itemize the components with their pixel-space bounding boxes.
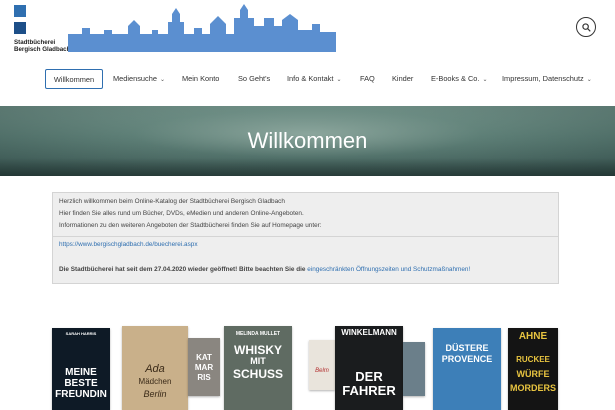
hero-banner: Willkommen xyxy=(0,106,615,176)
nav-label: Mediensuche xyxy=(113,74,157,83)
book-title-line: FAHRER xyxy=(342,383,396,398)
welcome-info-box: Herzlich willkommen beim Online-Katalog … xyxy=(52,192,559,284)
book-cover[interactable]: MELINDA MULLET WHISKY MIT SCHUSS xyxy=(224,326,292,410)
city-skyline-icon xyxy=(68,4,336,52)
info-text-line-2: Hier finden Sie alles rund um Bücher, DV… xyxy=(59,210,304,217)
book-cover[interactable]: Ada Mädchen Berlin xyxy=(122,326,188,410)
book-cover[interactable] xyxy=(403,342,425,396)
reopening-notice-text: Die Stadtbücherei hat seit dem 27.04.202… xyxy=(59,266,306,273)
nav-item-mediensuche[interactable]: Mediensuche ⌄ xyxy=(113,69,165,89)
book-author: SARAH HARRIS xyxy=(65,331,97,336)
book-title-line: MIT xyxy=(250,356,266,366)
opening-hours-link[interactable]: eingeschränkten Öffnungszeiten und Schut… xyxy=(307,266,470,273)
chevron-down-icon: ⌄ xyxy=(159,77,165,83)
site-header: Stadtbücherei Bergisch Gladbach xyxy=(0,0,615,62)
book-title-line: DER xyxy=(355,369,383,384)
search-icon xyxy=(581,22,591,32)
book-title-line: Ada xyxy=(145,363,165,375)
book-title-line: Belm xyxy=(315,368,329,374)
nav-item-kinder[interactable]: Kinder xyxy=(392,69,413,89)
main-navigation: Willkommen Mediensuche ⌄ Mein Konto So Ge… xyxy=(0,62,615,98)
book-author: AHNE xyxy=(518,331,548,342)
book-title-line: MEINE xyxy=(65,367,97,378)
chevron-down-icon: ⌄ xyxy=(336,77,342,83)
nav-item-faq[interactable]: FAQ xyxy=(360,69,375,89)
book-title-line: DÜSTERE xyxy=(445,343,489,353)
library-homepage-link[interactable]: https://www.bergischgladbach.de/buechere… xyxy=(59,241,198,248)
book-title-line: SCHUSS xyxy=(232,367,283,381)
book-title-line: RIS xyxy=(197,373,211,382)
new-media-carousel: SARAH HARRIS MEINE BESTE FREUNDIN Ada Mä… xyxy=(0,322,615,410)
search-button[interactable] xyxy=(576,17,596,37)
book-cover[interactable]: Belm xyxy=(309,340,335,390)
nav-label: Info & Kontakt xyxy=(287,74,334,83)
book-title-line: PROVENCE xyxy=(441,354,493,364)
logo-mark-bottom xyxy=(14,22,26,34)
info-divider xyxy=(53,236,558,237)
book-title-line: BESTE xyxy=(64,378,98,389)
book-author: WINKELMANN xyxy=(341,328,397,337)
book-title-line: WÜRFE xyxy=(516,369,550,379)
book-title-line: RUCKEE xyxy=(516,355,550,364)
nav-label: Kinder xyxy=(392,74,414,83)
page-title: Willkommen xyxy=(247,128,368,153)
nav-item-mein-konto[interactable]: Mein Konto xyxy=(182,69,219,89)
logo-mark-top xyxy=(14,5,26,17)
book-cover[interactable]: AHNE RUCKEE WÜRFE MORDERS xyxy=(508,328,558,410)
book-author: MELINDA MULLET xyxy=(235,331,281,337)
logo-line-2: Bergisch Gladbach xyxy=(14,46,71,53)
nav-item-impressum[interactable]: Impressum, Datenschutz ⌄ xyxy=(502,69,592,89)
nav-item-so-gehts[interactable]: So Geht's xyxy=(238,69,270,89)
book-title-line: WHISKY xyxy=(234,343,282,357)
reopening-notice: Die Stadtbücherei hat seit dem 27.04.202… xyxy=(59,266,470,273)
logo-line-1: Stadtbücherei xyxy=(14,39,56,46)
info-text-line-1: Herzlich willkommen beim Online-Katalog … xyxy=(59,198,285,205)
book-title-line: MAR xyxy=(194,363,214,372)
book-cover[interactable]: DÜSTERE PROVENCE xyxy=(433,328,501,410)
book-title-line: KAT xyxy=(196,353,212,362)
book-title-line: Mädchen xyxy=(138,377,172,386)
nav-label: Mein Konto xyxy=(182,74,220,83)
book-title-line: Berlin xyxy=(143,389,167,399)
chevron-down-icon: ⌄ xyxy=(586,77,592,83)
nav-label: FAQ xyxy=(360,74,375,83)
logo-text: Stadtbücherei Bergisch Gladbach xyxy=(14,39,70,53)
nav-item-info-kontakt[interactable]: Info & Kontakt ⌄ xyxy=(287,69,341,89)
book-cover[interactable]: WINKELMANN DER FAHRER xyxy=(335,326,403,410)
nav-label: So Geht's xyxy=(238,74,271,83)
chevron-down-icon: ⌄ xyxy=(482,77,488,83)
nav-label: Willkommen xyxy=(53,75,95,84)
nav-item-willkommen[interactable]: Willkommen xyxy=(45,69,103,89)
book-title-line: FREUNDIN xyxy=(55,389,107,400)
library-logo[interactable]: Stadtbücherei Bergisch Gladbach xyxy=(14,5,70,55)
nav-label: Impressum, Datenschutz xyxy=(502,74,584,83)
book-title-line: MORDERS xyxy=(509,383,556,393)
info-text-line-3: Informationen zu den weiteren Angeboten … xyxy=(59,222,322,229)
nav-label: E-Books & Co. xyxy=(431,74,480,83)
book-cover[interactable]: SARAH HARRIS MEINE BESTE FREUNDIN xyxy=(52,328,110,410)
book-cover[interactable]: KAT MAR RIS xyxy=(188,338,220,396)
nav-item-ebooks[interactable]: E-Books & Co. ⌄ xyxy=(431,69,488,89)
